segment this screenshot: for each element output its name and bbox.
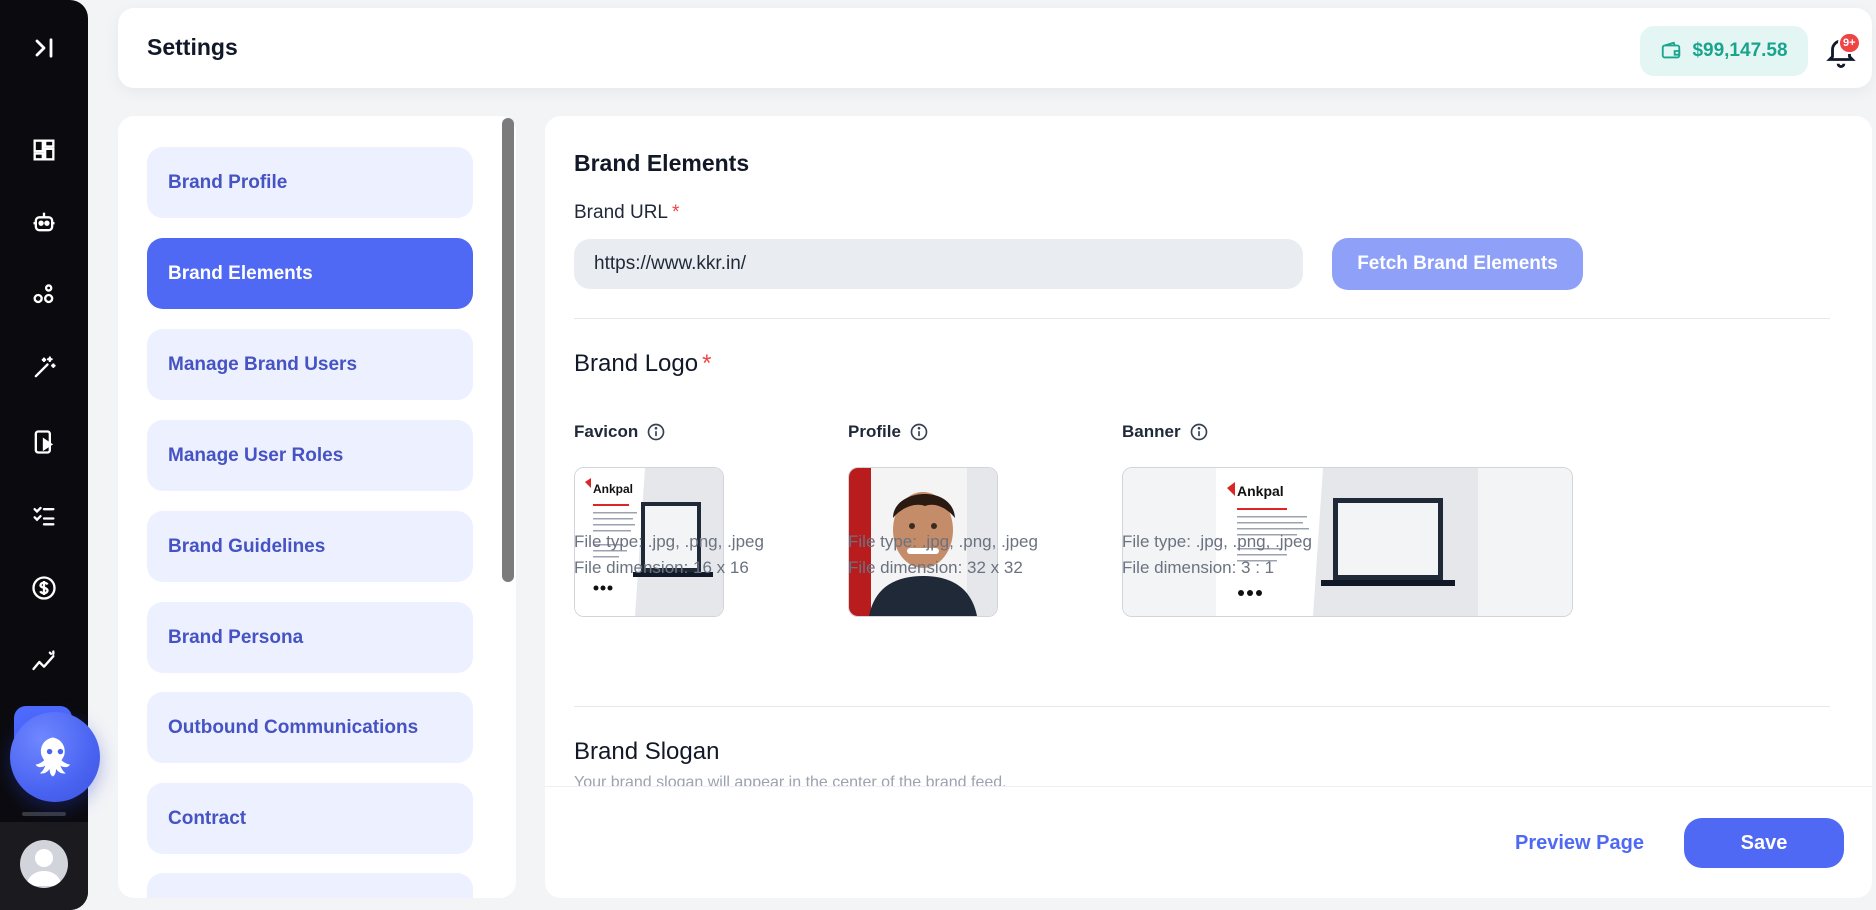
nav-item-contract[interactable]: Contract bbox=[147, 783, 473, 854]
info-icon[interactable] bbox=[646, 422, 666, 442]
banner-file-dimension: File dimension: 3 : 1 bbox=[1122, 558, 1275, 577]
favicon-file-dimension: File dimension: 16 x 16 bbox=[574, 558, 749, 577]
nav-item-manage-user-roles[interactable]: Manage User Roles bbox=[147, 420, 473, 491]
banner-file-meta: File type: .jpg, .png, .jpeg File dimens… bbox=[1122, 529, 1312, 581]
required-mark: * bbox=[672, 202, 680, 223]
fetch-brand-elements-button[interactable]: Fetch Brand Elements bbox=[1332, 238, 1583, 290]
svg-text:Ankpal: Ankpal bbox=[593, 482, 633, 496]
analytics-icon[interactable] bbox=[22, 640, 66, 684]
banner-label-text: Banner bbox=[1122, 422, 1181, 441]
favicon-label-text: Favicon bbox=[574, 422, 639, 441]
nav-item-outbound-communications[interactable]: Outbound Communications bbox=[147, 692, 473, 763]
notification-badge: 9+ bbox=[1838, 32, 1861, 54]
info-icon[interactable] bbox=[1189, 422, 1209, 442]
profile-column: Profile bbox=[848, 422, 929, 442]
nav-item-partial[interactable] bbox=[147, 873, 473, 898]
info-icon[interactable] bbox=[909, 422, 929, 442]
nav-item-brand-persona[interactable]: Brand Persona bbox=[147, 602, 473, 673]
banner-file-type: File type: .jpg, .png, .jpeg bbox=[1122, 532, 1312, 551]
favicon-column: Favicon bbox=[574, 422, 666, 442]
brand-slogan-description: Your brand slogan will appear in the cen… bbox=[574, 774, 1007, 786]
nav-item-brand-guidelines[interactable]: Brand Guidelines bbox=[147, 511, 473, 582]
rail-divider bbox=[22, 812, 66, 816]
mobile-play-icon[interactable] bbox=[22, 420, 66, 464]
brand-slogan-title: Brand Slogan bbox=[574, 738, 720, 765]
required-mark: * bbox=[702, 350, 712, 377]
save-button[interactable]: Save bbox=[1684, 818, 1844, 868]
robot-icon[interactable] bbox=[22, 200, 66, 244]
dollar-icon[interactable] bbox=[22, 566, 66, 610]
section-divider bbox=[574, 706, 1830, 707]
favicon-file-type: File type: .jpg, .png, .jpeg bbox=[574, 532, 764, 551]
profile-file-meta: File type: .jpg, .png, .jpeg File dimens… bbox=[848, 529, 1038, 581]
brand-url-input[interactable]: https://www.kkr.in/ bbox=[574, 239, 1303, 289]
nav-scrollbar[interactable] bbox=[502, 118, 514, 582]
banner-label: Banner bbox=[1122, 422, 1209, 442]
expand-sidebar-icon[interactable] bbox=[22, 26, 66, 70]
favicon-file-meta: File type: .jpg, .png, .jpeg File dimens… bbox=[574, 529, 764, 581]
section-title: Brand Elements bbox=[574, 150, 750, 176]
banner-column: Banner bbox=[1122, 422, 1209, 442]
profile-file-type: File type: .jpg, .png, .jpeg bbox=[848, 532, 1038, 551]
nav-item-brand-elements[interactable]: Brand Elements bbox=[147, 238, 473, 309]
nodes-icon[interactable] bbox=[22, 273, 66, 317]
wallet-balance[interactable]: $99,147.58 bbox=[1640, 26, 1808, 76]
brand-logo-title: Brand Logo * bbox=[574, 350, 711, 378]
brand-url-value: https://www.kkr.in/ bbox=[594, 253, 747, 274]
top-header: Settings $99,147.58 9+ bbox=[118, 8, 1872, 88]
user-menu[interactable] bbox=[0, 822, 88, 910]
footer-divider bbox=[545, 786, 1872, 787]
preview-page-link[interactable]: Preview Page bbox=[1515, 832, 1644, 855]
brand-url-label: Brand URL * bbox=[574, 202, 679, 224]
nav-item-manage-brand-users[interactable]: Manage Brand Users bbox=[147, 329, 473, 400]
profile-file-dimension: File dimension: 32 x 32 bbox=[848, 558, 1023, 577]
octopus-icon bbox=[35, 737, 71, 777]
avatar[interactable] bbox=[20, 840, 68, 888]
svg-text:Ankpal: Ankpal bbox=[1237, 483, 1284, 499]
brand-url-label-text: Brand URL bbox=[574, 202, 668, 223]
section-divider bbox=[574, 318, 1830, 319]
brand-logo-title-text: Brand Logo bbox=[574, 350, 699, 377]
brand-elements-panel: Brand Elements Brand URL * https://www.kk… bbox=[545, 116, 1872, 898]
checklist-icon[interactable] bbox=[22, 493, 66, 537]
wallet-icon bbox=[1662, 41, 1681, 59]
magic-wand-icon[interactable] bbox=[22, 346, 66, 390]
settings-nav: Brand Profile Brand Elements Manage Bran… bbox=[118, 116, 516, 898]
page-title: Settings bbox=[147, 34, 238, 60]
nav-item-brand-profile[interactable]: Brand Profile bbox=[147, 147, 473, 218]
dashboard-icon[interactable] bbox=[22, 128, 66, 172]
balance-amount: $99,147.58 bbox=[1692, 40, 1788, 61]
favicon-label: Favicon bbox=[574, 422, 666, 442]
profile-label: Profile bbox=[848, 422, 929, 442]
profile-label-text: Profile bbox=[848, 422, 901, 441]
assistant-octopus-button[interactable] bbox=[10, 712, 100, 802]
